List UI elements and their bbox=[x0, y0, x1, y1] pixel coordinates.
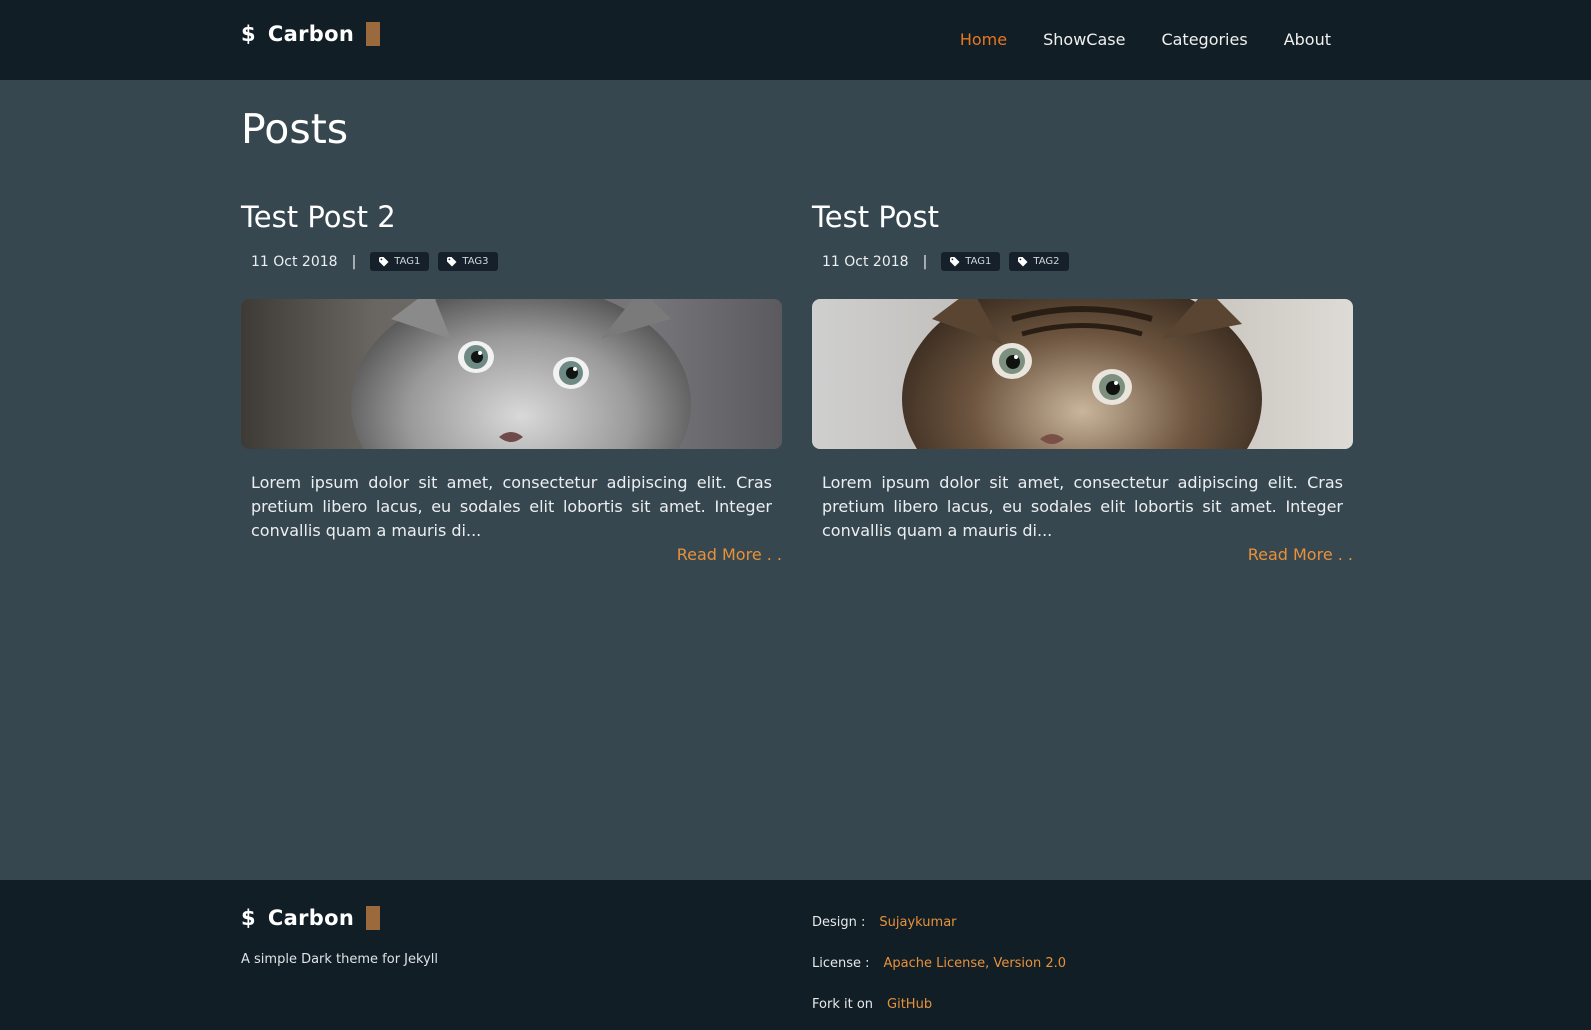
brand-name: Carbon bbox=[267, 22, 355, 46]
fork-label: Fork it on bbox=[812, 997, 874, 1012]
tag-label: TAG1 bbox=[394, 256, 421, 267]
design-label: Design : bbox=[812, 915, 866, 930]
tag-icon bbox=[447, 256, 457, 266]
kitten-photo bbox=[812, 299, 1353, 449]
tag-label: TAG1 bbox=[965, 256, 992, 267]
tag-badge[interactable]: TAG3 bbox=[438, 252, 498, 271]
design-author-link[interactable]: Sujaykumar bbox=[879, 915, 956, 930]
read-more-link[interactable]: Read More . . bbox=[812, 545, 1353, 564]
tag-icon bbox=[950, 256, 960, 266]
post-excerpt: Lorem ipsum dolor sit amet, consectetur … bbox=[251, 473, 772, 540]
site-header: $ Carbon Home ShowCase Categories About bbox=[0, 0, 1591, 80]
cursor-block-icon bbox=[366, 906, 381, 930]
tag-badge[interactable]: TAG2 bbox=[1009, 252, 1069, 271]
post-card: Test Post 11 Oct 2018 | TAG1 TAG2 Lorem … bbox=[812, 200, 1353, 564]
post-card: Test Post 2 11 Oct 2018 | TAG1 TAG3 Lore… bbox=[241, 200, 782, 564]
cursor-block-icon bbox=[366, 22, 381, 46]
footer-brand-logo[interactable]: $ Carbon bbox=[241, 906, 381, 930]
meta-separator: | bbox=[351, 253, 357, 270]
post-image-grey-kitten[interactable] bbox=[241, 299, 782, 449]
tag-icon bbox=[1018, 256, 1028, 266]
post-meta: 11 Oct 2018 | TAG1 TAG2 bbox=[812, 252, 1353, 271]
design-credit-row: Design : Sujaykumar bbox=[812, 902, 1066, 943]
footer-credits: Design : Sujaykumar License : Apache Lic… bbox=[812, 902, 1066, 1025]
post-date: 11 Oct 2018 bbox=[822, 253, 909, 270]
fork-row: Fork it on GitHub bbox=[812, 984, 1066, 1025]
post-date: 11 Oct 2018 bbox=[251, 253, 338, 270]
post-image-tabby-kitten[interactable] bbox=[812, 299, 1353, 449]
nav-categories-link[interactable]: Categories bbox=[1161, 30, 1247, 49]
tag-icon bbox=[379, 256, 389, 266]
brand-logo[interactable]: $ Carbon bbox=[241, 22, 381, 46]
post-excerpt: Lorem ipsum dolor sit amet, consectetur … bbox=[822, 473, 1343, 540]
github-link[interactable]: GitHub bbox=[887, 997, 932, 1012]
brand-name: Carbon bbox=[267, 906, 355, 930]
nav-about-link[interactable]: About bbox=[1284, 30, 1331, 49]
nav-home-link[interactable]: Home bbox=[960, 30, 1007, 49]
tag-badge[interactable]: TAG1 bbox=[941, 252, 1001, 271]
page-title: Posts bbox=[241, 105, 349, 153]
license-link[interactable]: Apache License, Version 2.0 bbox=[884, 956, 1067, 971]
tag-badge[interactable]: TAG1 bbox=[370, 252, 430, 271]
brand-prompt: $ bbox=[241, 22, 256, 46]
post-title[interactable]: Test Post 2 bbox=[241, 200, 782, 234]
footer-tagline: A simple Dark theme for Jekyll bbox=[241, 952, 438, 967]
tag-label: TAG3 bbox=[462, 256, 489, 267]
main-nav: Home ShowCase Categories About bbox=[924, 30, 1331, 49]
license-label: License : bbox=[812, 956, 870, 971]
brand-prompt: $ bbox=[241, 906, 256, 930]
meta-separator: | bbox=[922, 253, 928, 270]
read-more-link[interactable]: Read More . . bbox=[241, 545, 782, 564]
tag-label: TAG2 bbox=[1033, 256, 1060, 267]
post-meta: 11 Oct 2018 | TAG1 TAG3 bbox=[241, 252, 782, 271]
nav-showcase-link[interactable]: ShowCase bbox=[1043, 30, 1125, 49]
site-footer: $ Carbon A simple Dark theme for Jekyll … bbox=[0, 880, 1591, 1030]
license-row: License : Apache License, Version 2.0 bbox=[812, 943, 1066, 984]
kitten-photo bbox=[241, 299, 782, 449]
post-title[interactable]: Test Post bbox=[812, 200, 1353, 234]
